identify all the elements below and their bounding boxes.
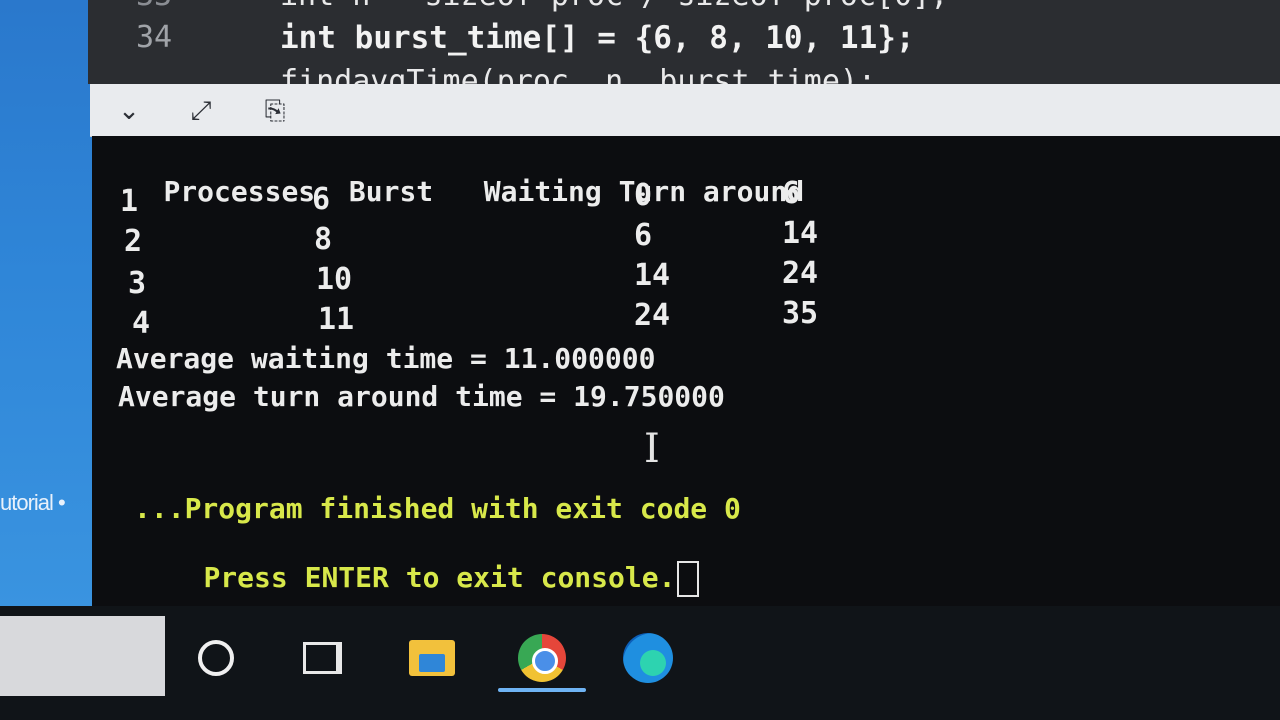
- code-editor[interactable]: 33 int n = sizeof proc / sizeof proc[0];…: [88, 0, 1280, 84]
- taskbar-search-area[interactable]: [0, 616, 165, 696]
- turnaround-value: 24: [782, 256, 819, 291]
- code-line[interactable]: int burst_time[] = {6, 8, 10, 11};: [280, 20, 915, 56]
- desktop-window-label[interactable]: utorial •: [0, 490, 66, 516]
- waiting-value: 14: [634, 258, 671, 293]
- console-output[interactable]: Processes Burst Waiting Turn around 1 6 …: [92, 136, 1280, 606]
- average-turnaround-time: Average turn around time = 19.750000: [118, 380, 725, 413]
- burst-value: 8: [314, 222, 333, 257]
- turnaround-value: 35: [782, 296, 819, 331]
- line-number: 33: [136, 0, 172, 13]
- file-explorer-icon[interactable]: [400, 626, 464, 690]
- burst-value: 6: [312, 182, 331, 217]
- turnaround-value: 6: [782, 176, 801, 211]
- burst-value: 10: [316, 262, 353, 297]
- press-enter-text: Press ENTER to exit console.: [203, 561, 676, 594]
- process-id: 2: [124, 224, 143, 259]
- expand-arrows-icon[interactable]: ⤢: [184, 94, 218, 128]
- chrome-icon[interactable]: [510, 626, 574, 690]
- header-processes: Processes: [163, 175, 316, 208]
- process-id: 3: [128, 266, 147, 301]
- copy-output-icon[interactable]: ⎘: [258, 94, 292, 128]
- header-burst: Burst: [348, 175, 434, 208]
- task-view-icon[interactable]: [290, 626, 354, 690]
- search-icon[interactable]: [184, 626, 248, 690]
- console-toolbar: ⌄ ⤢ ⎘: [90, 84, 1280, 137]
- turnaround-value: 14: [782, 216, 819, 251]
- line-number: 34: [136, 20, 173, 55]
- waiting-value: 24: [634, 298, 671, 333]
- average-waiting-time: Average waiting time = 11.000000: [116, 342, 656, 375]
- waiting-value: 0: [634, 178, 653, 213]
- console-caret: [677, 561, 700, 597]
- header-waiting: Waiting: [483, 175, 602, 208]
- text-cursor-icon: I: [644, 426, 660, 472]
- edge-icon[interactable]: [616, 626, 680, 690]
- taskbar: [0, 606, 1280, 720]
- waiting-value: 6: [634, 218, 653, 253]
- burst-value: 11: [318, 302, 355, 337]
- code-line[interactable]: findavgTime(proc, n, burst_time);: [280, 64, 876, 84]
- active-app-indicator: [498, 688, 586, 692]
- process-id: 1: [120, 184, 139, 219]
- chevron-down-icon[interactable]: ⌄: [112, 94, 146, 128]
- code-line[interactable]: int n = sizeof proc / sizeof proc[0];: [280, 0, 948, 13]
- process-id: 4: [132, 306, 151, 341]
- table-header: Processes Burst Waiting Turn around: [96, 142, 804, 241]
- exit-status-message: ...Program finished with exit code 0: [134, 492, 741, 525]
